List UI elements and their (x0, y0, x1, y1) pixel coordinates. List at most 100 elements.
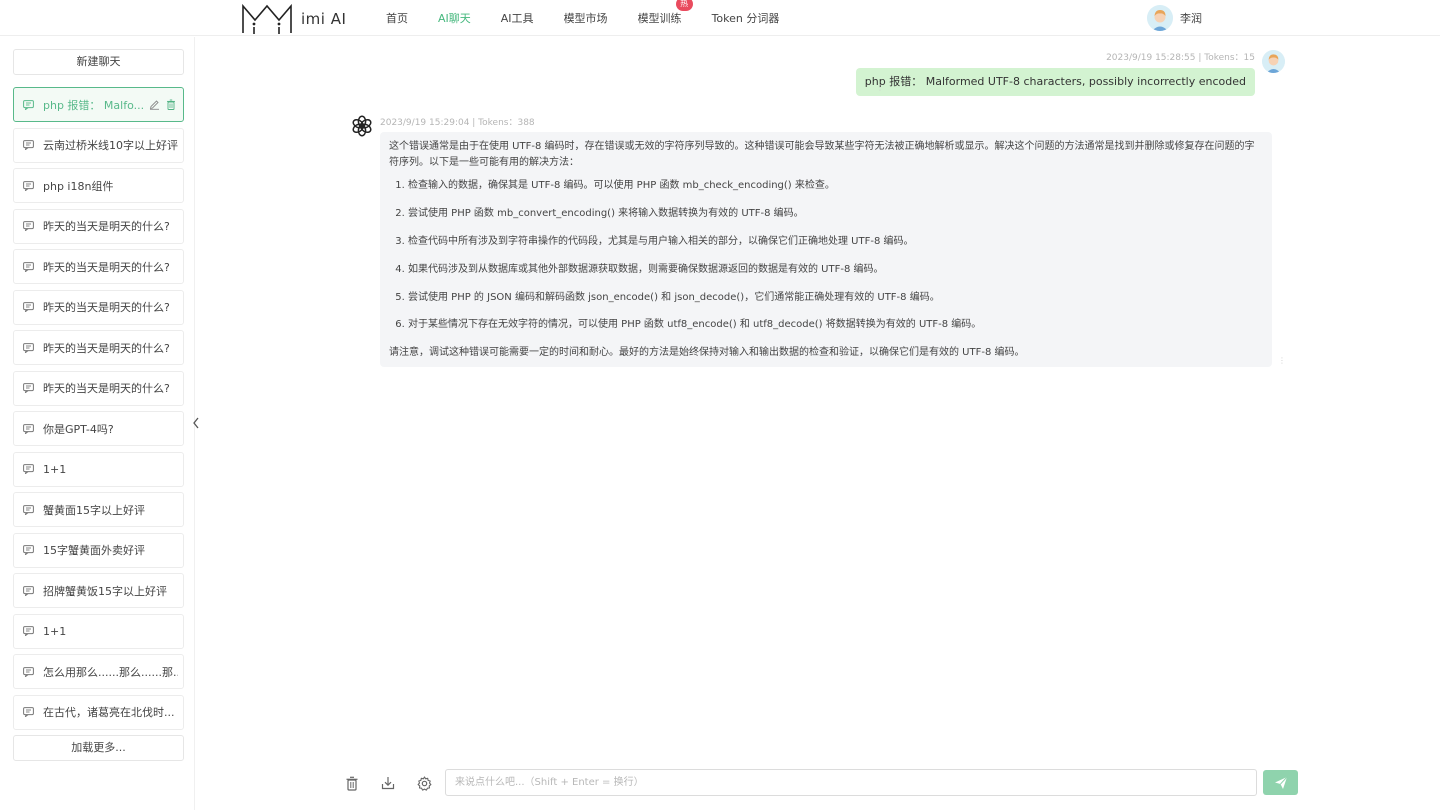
user-menu[interactable]: 李润 (1147, 5, 1202, 31)
chat-history-item[interactable]: 1+1 (13, 613, 184, 649)
chat-bubble-icon (23, 585, 34, 596)
chat-history-label: 招牌蟹黄饭15字以上好评 (43, 584, 167, 598)
load-more-button[interactable]: 加载更多... (13, 735, 184, 761)
bot-message-step: 检查代码中所有涉及到字符串操作的代码段，尤其是与用户输入相关的部分，以确保它们正… (408, 234, 1263, 250)
chat-history-item[interactable]: 在古代，诸葛亮在北伐时... (13, 694, 184, 730)
message-handle-icon: ⋮ (1278, 356, 1286, 365)
delete-icon[interactable] (166, 99, 176, 110)
chat-history-item[interactable]: 怎么用那么......那么......那... (13, 654, 184, 689)
chat-history-item[interactable]: 15字蟹黄面外卖好评 (13, 532, 184, 568)
nav-ai-tools[interactable]: AI工具 (501, 10, 534, 26)
chat-bubble-icon (23, 383, 34, 393)
nav-home[interactable]: 首页 (386, 10, 408, 26)
chat-history-item[interactable]: php 报错： Malfo... (13, 87, 184, 122)
chat-bubble-icon (23, 180, 34, 191)
message-handle-icon: ⋮ (876, 83, 884, 92)
chat-sidebar: 新建聊天 php 报错： Malfo... 云南过桥米线10字以上好评 php … (0, 37, 195, 810)
chevron-left-icon (193, 417, 199, 429)
chat-history-label: 1+1 (43, 462, 67, 476)
nav-model-training[interactable]: 模型训练 热 (637, 0, 693, 26)
bot-message-meta: 2023/9/19 15:29:04 | Tokens：388 (380, 118, 535, 128)
chat-history-item[interactable]: php i18n组件 (13, 168, 184, 203)
chat-bubble-icon (23, 99, 34, 110)
chat-bubble-icon (23, 464, 34, 474)
user-name: 李润 (1180, 12, 1202, 25)
chat-history-label: 1+1 (43, 624, 67, 638)
chat-history-item[interactable]: 昨天的当天是明天的什么? (13, 249, 184, 284)
send-button[interactable] (1263, 770, 1298, 795)
chat-history-label: 蟹黄面15字以上好评 (43, 503, 145, 517)
user-message-meta: 2023/9/19 15:28:55 | Tokens：15 (1106, 53, 1255, 63)
nav-ai-chat[interactable]: AI聊天 (438, 10, 471, 26)
chat-history-item[interactable]: 昨天的当天是明天的什么? (13, 289, 184, 325)
user-message-bubble: php 报错： Malformed UTF-8 characters, poss… (855, 68, 1255, 96)
new-chat-button[interactable]: 新建聊天 (13, 49, 184, 75)
chat-history-label: 你是GPT-4吗? (43, 422, 114, 436)
bot-message-step: 如果代码涉及到从数据库或其他外部数据源获取数据，则需要确保数据源返回的数据是有效… (408, 262, 1263, 278)
openai-logo-icon (352, 115, 372, 137)
nav-model-training-label: 模型训练 (637, 12, 682, 25)
bot-message-steps: 检查输入的数据，确保其是 UTF-8 编码。可以使用 PHP 函数 mb_che… (389, 178, 1263, 333)
chat-item-actions (149, 99, 176, 110)
chat-history-label: php 报错： Malfo... (43, 98, 145, 112)
chat-bubble-icon (23, 342, 34, 353)
chat-history-list: php 报错： Malfo... 云南过桥米线10字以上好评 php i18n组… (13, 87, 184, 735)
bot-message-step: 对于某些情况下存在无效字符的情况，可以使用 PHP 函数 utf8_encode… (408, 317, 1263, 333)
chat-history-item[interactable]: 云南过桥米线10字以上好评 (13, 127, 184, 163)
chat-settings-button[interactable] (415, 774, 433, 792)
chat-history-label: 昨天的当天是明天的什么? (43, 382, 170, 395)
chat-history-item[interactable]: 1+1 (13, 451, 184, 487)
chat-history-label: 15字蟹黄面外卖好评 (43, 544, 145, 557)
chat-history-item[interactable]: 你是GPT-4吗? (13, 411, 184, 446)
chat-history-item[interactable]: 昨天的当天是明天的什么? (13, 208, 184, 244)
chat-message-input[interactable] (445, 769, 1257, 796)
chat-input-bar (340, 768, 1300, 798)
chat-history-item[interactable]: 昨天的当天是明天的什么? (13, 330, 184, 365)
edit-icon[interactable] (149, 99, 160, 110)
bot-message-intro: 这个错误通常是由于在使用 UTF-8 编码时，存在错误或无效的字符序列导致的。这… (389, 141, 1255, 168)
logo[interactable]: imi AI (241, 3, 346, 35)
chat-bubble-icon (23, 666, 34, 677)
chat-bubble-icon (23, 261, 34, 272)
chat-bubble-icon (23, 707, 34, 717)
bot-message-step: 检查输入的数据，确保其是 UTF-8 编码。可以使用 PHP 函数 mb_che… (408, 178, 1263, 194)
chat-history-label: 云南过桥米线10字以上好评 (43, 139, 178, 152)
hot-badge: 热 (675, 0, 693, 11)
chat-history-label: 昨天的当天是明天的什么? (43, 220, 170, 233)
chat-history-item[interactable]: 招牌蟹黄饭15字以上好评 (13, 573, 184, 608)
download-icon (381, 777, 395, 790)
top-header: imi AI 首页 AI聊天 AI工具 模型市场 模型训练 热 Token 分词… (0, 0, 1440, 36)
clear-chat-button[interactable] (343, 774, 361, 792)
trash-icon (346, 776, 358, 791)
bot-message-step: 尝试使用 PHP 函数 mb_convert_encoding() 来将输入数据… (408, 206, 1263, 222)
chat-bubble-icon (23, 221, 34, 231)
user-message-avatar (1262, 50, 1285, 73)
chat-history-label: 昨天的当天是明天的什么? (43, 341, 170, 355)
send-icon (1274, 776, 1287, 789)
nav-model-market[interactable]: 模型市场 (564, 10, 608, 26)
chat-history-item[interactable]: 蟹黄面15字以上好评 (13, 492, 184, 527)
chat-history-label: 昨天的当天是明天的什么? (43, 260, 170, 274)
main-nav: 首页 AI聊天 AI工具 模型市场 模型训练 热 Token 分词器 (386, 0, 809, 36)
chat-history-label: php i18n组件 (43, 179, 114, 193)
bot-message-bubble: 这个错误通常是由于在使用 UTF-8 编码时，存在错误或无效的字符序列导致的。这… (380, 132, 1272, 367)
app-name: imi AI (301, 10, 347, 28)
user-avatar (1147, 5, 1173, 31)
chat-history-label: 怎么用那么......那么......那... (43, 665, 178, 679)
download-chat-button[interactable] (379, 774, 397, 792)
chat-bubble-icon (23, 504, 34, 515)
bot-message-step: 尝试使用 PHP 的 JSON 编码和解码函数 json_encode() 和 … (408, 290, 1263, 306)
collapse-sidebar-button[interactable] (189, 413, 203, 433)
nav-token-tokenizer[interactable]: Token 分词器 (712, 10, 780, 26)
chat-history-item[interactable]: 昨天的当天是明天的什么? (13, 370, 184, 406)
chat-bubble-icon (23, 423, 34, 434)
gear-icon (417, 775, 431, 791)
chat-bubble-icon (23, 140, 34, 150)
logo-mark-icon (242, 3, 292, 34)
chat-bubble-icon (23, 302, 34, 312)
chat-history-label: 在古代，诸葛亮在北伐时... (43, 706, 175, 719)
chat-history-label: 昨天的当天是明天的什么? (43, 301, 170, 314)
chat-bubble-icon (23, 626, 34, 636)
chat-bubble-icon (23, 545, 34, 555)
bot-message-outro: 请注意，调试这种错误可能需要一定的时间和耐心。最好的方法是始终保持对输入和输出数… (389, 347, 1025, 359)
